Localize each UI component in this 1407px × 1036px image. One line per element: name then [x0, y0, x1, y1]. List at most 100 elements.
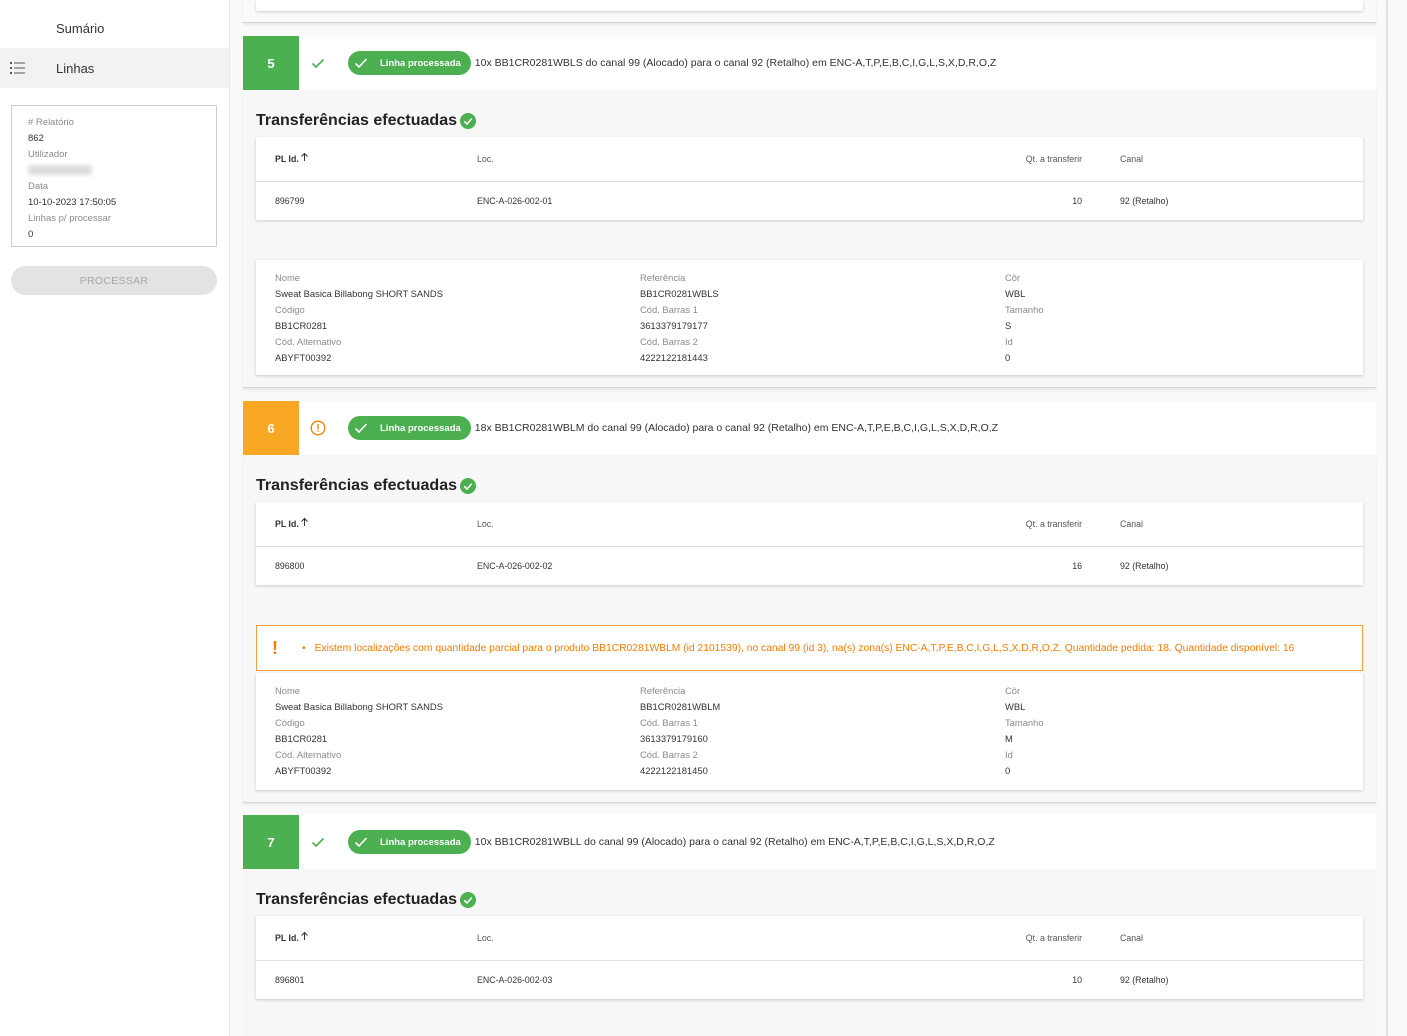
barcode1-value: 3613379179160	[640, 733, 708, 744]
reference-value: BB1CR0281WBLM	[640, 701, 721, 712]
section-title-text: Transferências efectuadas	[256, 112, 457, 129]
color-value: WBL	[1005, 288, 1026, 299]
cell-qty: 10	[1072, 196, 1082, 206]
color-value: WBL	[1005, 701, 1026, 712]
col-loc-header: Loc.	[477, 933, 494, 943]
reference-label: Referência	[640, 272, 686, 283]
line-body: Transferências efectuadas PL Id. Loc. Qt…	[243, 869, 1376, 1036]
line-number: 5	[243, 36, 299, 90]
col-pl-header[interactable]: PL Id.	[275, 502, 309, 546]
alt-code-value: ABYFT00392	[275, 352, 332, 363]
check-icon	[299, 834, 337, 850]
bullet: •	[302, 642, 306, 654]
sort-arrow-icon	[300, 931, 308, 940]
section-title: Transferências efectuadas	[256, 891, 476, 909]
id-label: Id	[1005, 336, 1013, 347]
line-description: 18x BB1CR0281WBLM do canal 99 (Alocado) …	[474, 422, 999, 434]
transfers-table: PL Id. Loc. Qt. a transferir Canal 89680…	[256, 916, 1363, 999]
line-number: 7	[243, 815, 299, 869]
line-block: 5 Linha processada 10x BB1CR0281WBLS do …	[243, 36, 1376, 388]
previous-detail-card	[256, 0, 1363, 11]
barcode1-label: Cód. Barras 1	[640, 717, 698, 728]
table-row: 896800 ENC-A-026-002-02 16 92 (Retalho)	[256, 547, 1363, 585]
col-qty-header: Qt. a transferir	[1025, 154, 1082, 164]
product-details: Nome Sweat Basica Billabong SHORT SANDS …	[256, 260, 1363, 375]
col-canal-header: Canal	[1120, 519, 1143, 529]
warning-alert: ! • Existem localizações com quantidade p…	[256, 625, 1363, 671]
section-title-text: Transferências efectuadas	[256, 477, 457, 494]
line-body: Transferências efectuadas PL Id. Loc. Qt…	[243, 455, 1376, 803]
warning-message: Existem localizações com quantidade parc…	[314, 642, 1295, 654]
reference-label: Referência	[640, 685, 686, 696]
col-pl-header[interactable]: PL Id.	[275, 916, 309, 960]
date-label: Data	[28, 181, 49, 192]
sidebar-item-label: Linhas	[56, 60, 95, 76]
barcode2-value: 4222122181450	[640, 765, 708, 776]
barcode2-value: 4222122181443	[640, 352, 708, 363]
name-label: Nome	[275, 685, 301, 696]
col-canal-header: Canal	[1120, 154, 1143, 164]
status-badge-label: Linha processada	[380, 836, 461, 848]
line-block: 7 Linha processada 10x BB1CR0281WBLL do …	[243, 815, 1376, 1036]
check-circle-icon	[460, 113, 476, 129]
report-value: 862	[28, 133, 44, 144]
cell-canal: 92 (Retalho)	[1120, 561, 1169, 571]
color-label: Côr	[1005, 685, 1021, 696]
status-badge-label: Linha processada	[380, 57, 461, 69]
code-label: Código	[275, 304, 305, 315]
cell-canal: 92 (Retalho)	[1120, 975, 1169, 985]
report-label: # Relatório	[28, 117, 74, 128]
line-header[interactable]: 6 Linha processada 18x BB1CR0281WBLM do …	[243, 401, 1376, 455]
sidebar-item-lines[interactable]: Linhas	[0, 48, 229, 88]
section-title: Transferências efectuadas	[256, 477, 476, 495]
line-description: 10x BB1CR0281WBLS do canal 99 (Alocado) …	[474, 57, 997, 69]
status-badge: Linha processada	[348, 51, 471, 75]
section-title: Transferências efectuadas	[256, 112, 476, 130]
transfers-table: PL Id. Loc. Qt. a transferir Canal 89679…	[256, 137, 1363, 220]
line-header[interactable]: 5 Linha processada 10x BB1CR0281WBLS do …	[243, 36, 1376, 90]
color-label: Côr	[1005, 272, 1021, 283]
cell-loc: ENC-A-026-002-02	[477, 561, 553, 571]
line-description: 10x BB1CR0281WBLL do canal 99 (Alocado) …	[474, 836, 995, 848]
check-circle-icon	[460, 478, 476, 494]
size-value: M	[1005, 733, 1013, 744]
warning-text: • Existem localizações com quantidade par…	[302, 643, 1294, 654]
table-header: PL Id. Loc. Qt. a transferir Canal	[256, 137, 1363, 182]
code-label: Código	[275, 717, 305, 728]
col-pl-label: PL Id.	[275, 933, 299, 943]
cell-pl: 896799	[275, 196, 305, 206]
col-loc-header: Loc.	[477, 154, 494, 164]
status-badge-label: Linha processada	[380, 422, 461, 434]
name-label: Nome	[275, 272, 301, 283]
sort-arrow-icon	[300, 152, 308, 161]
status-badge: Linha processada	[348, 416, 471, 440]
size-label: Tamanho	[1005, 304, 1044, 315]
sidebar-item-summary[interactable]: Sumário	[0, 8, 229, 48]
product-details: Nome Sweat Basica Billabong SHORT SANDS …	[256, 673, 1363, 790]
line-block: 6 Linha processada 18x BB1CR0281WBLM do …	[243, 401, 1376, 803]
report-info-box: # Relatório 862 Utilizador Data 10-10-20…	[11, 105, 217, 247]
sort-arrow-icon	[300, 517, 308, 526]
size-value: S	[1005, 320, 1012, 331]
app: Sumário Linhas # Relatório 862 Utilizado…	[0, 0, 1407, 1036]
col-qty-header: Qt. a transferir	[1025, 933, 1082, 943]
check-icon	[354, 423, 368, 434]
id-label: Id	[1005, 749, 1013, 760]
scrollbar[interactable]	[1386, 0, 1388, 1036]
alt-code-label: Cód. Alternativo	[275, 336, 342, 347]
check-circle-icon	[460, 892, 476, 908]
table-row: 896801 ENC-A-026-002-03 10 92 (Retalho)	[256, 961, 1363, 999]
size-label: Tamanho	[1005, 717, 1044, 728]
alt-code-value: ABYFT00392	[275, 765, 332, 776]
barcode2-label: Cód. Barras 2	[640, 749, 698, 760]
code-value: BB1CR0281	[275, 320, 328, 331]
line-header[interactable]: 7 Linha processada 10x BB1CR0281WBLL do …	[243, 815, 1376, 869]
table-row: 896799 ENC-A-026-002-01 10 92 (Retalho)	[256, 182, 1363, 220]
id-value: 0	[1005, 765, 1011, 776]
sidebar-item-label: Sumário	[56, 20, 105, 36]
list-icon	[10, 62, 25, 74]
pending-label: Linhas p/ processar	[28, 213, 111, 224]
line-body: Transferências efectuadas PL Id. Loc. Qt…	[243, 90, 1376, 388]
process-button[interactable]: PROCESSAR	[11, 266, 217, 295]
col-pl-header[interactable]: PL Id.	[275, 137, 309, 181]
